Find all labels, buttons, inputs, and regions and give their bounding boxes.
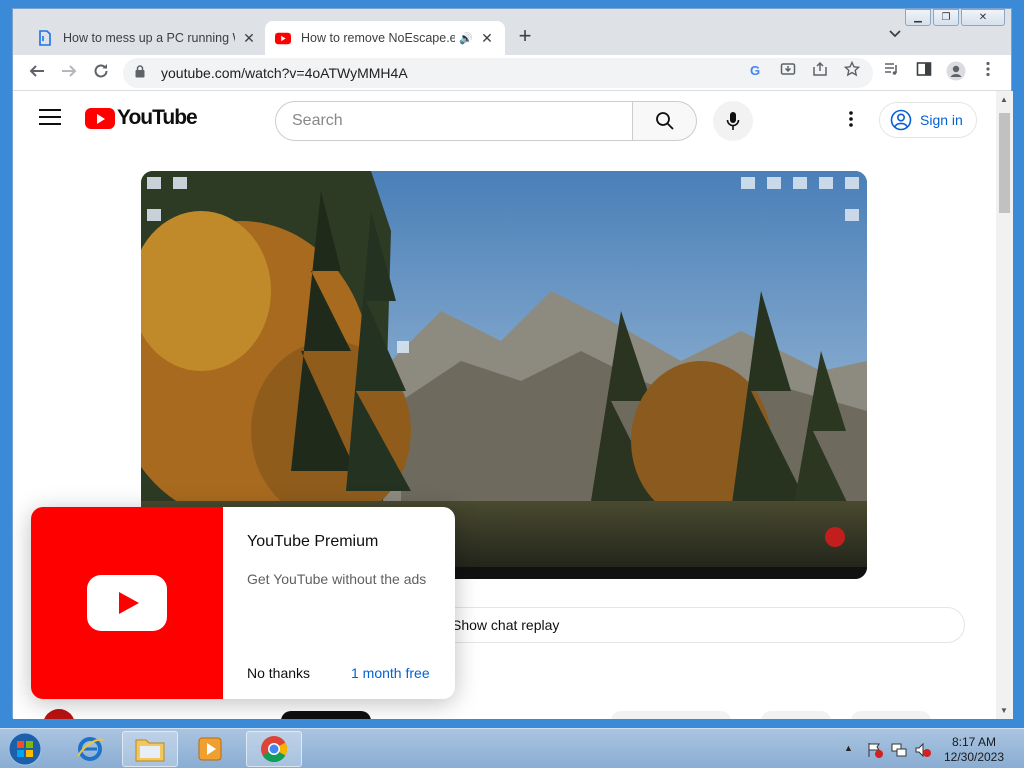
media-controls-icon[interactable]	[881, 61, 903, 83]
svg-text:G: G	[750, 63, 760, 77]
tab-mess-up-pc[interactable]: How to mess up a PC running W ✕	[27, 21, 267, 55]
maximize-button[interactable]: ❐	[933, 9, 959, 26]
url-text: youtube.com/watch?v=4oATWyMMH4A	[161, 65, 408, 81]
youtube-page: YouTube Search Sign in Show chat replay …	[13, 91, 996, 719]
windows-taskbar: ▲ 8:17 AM 12/30/2023	[0, 728, 1024, 768]
new-tab-button[interactable]: +	[513, 25, 537, 49]
clock-time: 8:17 AM	[951, 735, 997, 749]
youtube-play-icon	[87, 575, 167, 631]
internet-explorer-icon[interactable]	[62, 731, 118, 767]
search-input[interactable]: Search	[275, 101, 633, 141]
share-icon[interactable]	[809, 61, 831, 83]
action-center-flag-icon[interactable]	[866, 741, 884, 759]
chat-replay-label: Show chat replay	[452, 617, 560, 633]
side-panel-icon[interactable]	[913, 61, 935, 83]
search-button[interactable]	[633, 101, 697, 141]
show-chat-replay-button[interactable]: Show chat replay	[433, 607, 965, 643]
one-month-free-button[interactable]: 1 month free	[351, 665, 430, 681]
minimize-button[interactable]: ▁	[905, 9, 931, 26]
tab-close-icon[interactable]: ✕	[479, 30, 495, 46]
audio-playing-icon[interactable]: 🔊	[459, 32, 473, 45]
scroll-up-arrow-icon[interactable]: ▲	[1000, 95, 1008, 104]
browser-toolbar: youtube.com/watch?v=4oATWyMMH4A G	[13, 55, 1011, 91]
taskbar-clock[interactable]: 8:17 AM 12/30/2023	[942, 735, 1006, 765]
lock-icon[interactable]	[135, 65, 149, 81]
search-icon	[655, 112, 674, 130]
scrollbar-thumb[interactable]	[999, 113, 1010, 213]
window-controls: ▁ ❐ ✕	[903, 9, 1005, 26]
windows-logo-icon	[8, 732, 42, 766]
file-explorer-icon[interactable]	[122, 731, 178, 767]
channel-row-partial	[41, 705, 941, 719]
youtube-premium-promo: YouTube Premium Get YouTube without the …	[31, 507, 455, 699]
network-icon[interactable]	[890, 741, 908, 759]
youtube-logo-text: YouTube	[117, 106, 198, 129]
youtube-icon	[275, 30, 291, 46]
youtube-masthead: YouTube Search Sign in	[13, 91, 996, 147]
tab-close-icon[interactable]: ✕	[241, 30, 257, 46]
chrome-taskbar-icon[interactable]	[246, 731, 302, 767]
google-translate-icon[interactable]: G	[745, 61, 767, 83]
reload-icon[interactable]	[89, 61, 113, 85]
account-circle-icon	[890, 109, 912, 131]
back-arrow-icon[interactable]	[25, 61, 49, 85]
profile-avatar-icon[interactable]	[945, 61, 967, 83]
settings-more-icon[interactable]	[839, 107, 863, 131]
install-app-icon[interactable]	[777, 61, 799, 83]
bookmark-star-icon[interactable]	[841, 60, 863, 83]
start-button[interactable]	[4, 731, 46, 767]
tab-title: How to mess up a PC running W	[63, 31, 235, 45]
promo-title: YouTube Premium	[247, 533, 379, 550]
sign-in-button[interactable]: Sign in	[879, 102, 977, 138]
window-close-button[interactable]: ✕	[961, 9, 1005, 26]
page-icon	[37, 30, 53, 46]
page-scrollbar[interactable]: ▲ ▼	[996, 91, 1013, 719]
sign-in-label: Sign in	[920, 112, 963, 128]
promo-banner	[31, 507, 223, 699]
tab-title: How to remove NoEscape.ex	[301, 31, 456, 45]
search-placeholder: Search	[292, 112, 343, 129]
clock-date: 12/30/2023	[943, 750, 1005, 764]
tab-search-chevron-icon[interactable]	[885, 27, 905, 47]
youtube-play-icon	[85, 107, 115, 129]
volume-muted-icon[interactable]	[914, 741, 932, 759]
forward-arrow-icon[interactable]	[57, 61, 81, 85]
media-player-icon[interactable]	[182, 731, 238, 767]
tab-noescape-video[interactable]: How to remove NoEscape.ex 🔊 ✕	[265, 21, 505, 55]
promo-subtitle: Get YouTube without the ads	[247, 571, 427, 587]
show-hidden-icons-icon[interactable]: ▲	[844, 743, 853, 753]
tab-strip: How to mess up a PC running W ✕ How to r…	[13, 9, 1011, 55]
no-thanks-button[interactable]: No thanks	[247, 665, 310, 681]
chrome-menu-icon[interactable]	[977, 61, 999, 83]
hamburger-menu-icon[interactable]	[39, 109, 61, 127]
browser-window: How to mess up a PC running W ✕ How to r…	[12, 8, 1013, 719]
youtube-logo[interactable]: YouTube	[85, 106, 198, 130]
microphone-icon	[726, 112, 740, 130]
scroll-down-arrow-icon[interactable]: ▼	[1000, 706, 1008, 715]
system-tray: ▲ 8:17 AM 12/30/2023	[840, 731, 1020, 767]
voice-search-button[interactable]	[713, 101, 753, 141]
